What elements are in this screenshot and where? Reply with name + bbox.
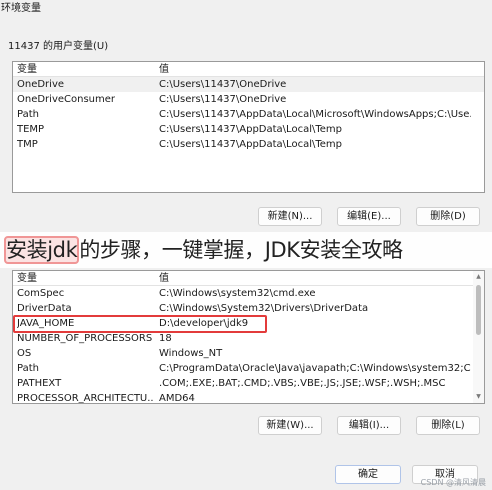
- user-edit-button[interactable]: 编辑(E)...: [337, 207, 401, 226]
- system-var-value: Windows_NT: [159, 348, 223, 359]
- system-var-name: Path: [17, 363, 39, 374]
- scroll-down-arrow-icon[interactable]: ▼: [473, 392, 484, 402]
- system-var-name: PROCESSOR_ARCHITECTU...: [17, 393, 153, 404]
- system-var-name: PATHEXT: [17, 378, 62, 389]
- system-vars-header: 变量 值: [13, 271, 484, 286]
- system-var-row[interactable]: NUMBER_OF_PROCESSORS 18: [13, 331, 484, 346]
- system-var-row[interactable]: ComSpec C:\Windows\system32\cmd.exe: [13, 286, 484, 301]
- system-var-row[interactable]: PROCESSOR_ARCHITECTU... AMD64: [13, 391, 484, 404]
- system-vars-col-name[interactable]: 变量: [17, 271, 153, 286]
- user-var-row[interactable]: Path C:\Users\11437\AppData\Local\Micros…: [13, 107, 484, 122]
- system-var-name: ComSpec: [17, 288, 65, 299]
- watermark: CSDN @清风清晨: [420, 478, 486, 487]
- system-var-name: NUMBER_OF_PROCESSORS: [17, 333, 153, 344]
- user-var-row[interactable]: OneDriveConsumer C:\Users\11437\OneDrive: [13, 92, 484, 107]
- system-var-value: 18: [159, 333, 172, 344]
- article-title-highlight: 安装jdk: [4, 236, 80, 264]
- system-vars-list[interactable]: 变量 值 ComSpec C:\Windows\system32\cmd.exe…: [12, 270, 485, 404]
- user-vars-list[interactable]: 变量 值 OneDrive C:\Users\11437\OneDrive On…: [12, 61, 485, 193]
- user-vars-header: 变量 值: [13, 62, 484, 77]
- user-delete-button[interactable]: 删除(D): [416, 207, 480, 226]
- window-title: 环境变量: [1, 3, 41, 14]
- scroll-up-arrow-icon[interactable]: ▲: [473, 272, 484, 282]
- system-new-button[interactable]: 新建(W)...: [258, 416, 322, 435]
- user-var-name: OneDriveConsumer: [17, 94, 116, 105]
- system-var-name: OS: [17, 348, 32, 359]
- system-edit-button[interactable]: 编辑(I)...: [337, 416, 401, 435]
- user-var-row[interactable]: OneDrive C:\Users\11437\OneDrive: [13, 77, 484, 92]
- system-vars-col-value[interactable]: 值: [159, 271, 471, 286]
- system-var-value: C:\Windows\system32\cmd.exe: [159, 288, 316, 299]
- user-var-name: TMP: [17, 139, 38, 150]
- system-var-value: AMD64: [159, 393, 195, 404]
- user-vars-label: 11437 的用户变量(U): [8, 41, 109, 52]
- user-var-name: TEMP: [17, 124, 45, 135]
- scrollbar-thumb[interactable]: [476, 285, 481, 335]
- article-title-banner: 安装jdk的步骤，一键掌握，JDK安装全攻略: [0, 232, 492, 268]
- user-var-value: C:\Users\11437\OneDrive: [159, 94, 287, 105]
- system-var-value: C:\Windows\System32\Drivers\DriverData: [159, 303, 369, 314]
- user-var-value: C:\Users\11437\AppData\Local\Temp: [159, 139, 342, 150]
- user-new-button[interactable]: 新建(N)...: [258, 207, 322, 226]
- system-var-row[interactable]: PATHEXT .COM;.EXE;.BAT;.CMD;.VBS;.VBE;.J…: [13, 376, 484, 391]
- system-vars-scrollbar[interactable]: ▲ ▼: [473, 271, 484, 403]
- article-title-text: 的步骤，一键掌握，JDK安装全攻略: [79, 238, 403, 262]
- system-var-name: DriverData: [17, 303, 72, 314]
- system-var-row[interactable]: Path C:\ProgramData\Oracle\Java\javapath…: [13, 361, 484, 376]
- system-var-value: C:\ProgramData\Oracle\Java\javapath;C:\W…: [159, 363, 471, 374]
- user-var-row[interactable]: TEMP C:\Users\11437\AppData\Local\Temp: [13, 122, 484, 137]
- system-var-value: .COM;.EXE;.BAT;.CMD;.VBS;.VBE;.JS;.JSE;.…: [159, 378, 446, 389]
- user-vars-col-value[interactable]: 值: [159, 62, 471, 77]
- user-var-value: C:\Users\11437\AppData\Local\Temp: [159, 124, 342, 135]
- java-home-highlight-box: [13, 315, 267, 333]
- user-var-row[interactable]: TMP C:\Users\11437\AppData\Local\Temp: [13, 137, 484, 152]
- user-var-name: OneDrive: [17, 79, 65, 90]
- ok-button[interactable]: 确定: [335, 465, 401, 484]
- system-var-row[interactable]: OS Windows_NT: [13, 346, 484, 361]
- system-delete-button[interactable]: 删除(L): [416, 416, 480, 435]
- user-vars-col-name[interactable]: 变量: [17, 62, 153, 77]
- user-var-value: C:\Users\11437\AppData\Local\Microsoft\W…: [159, 109, 471, 120]
- user-var-name: Path: [17, 109, 39, 120]
- system-var-row[interactable]: DriverData C:\Windows\System32\Drivers\D…: [13, 301, 484, 316]
- user-var-value: C:\Users\11437\OneDrive: [159, 79, 287, 90]
